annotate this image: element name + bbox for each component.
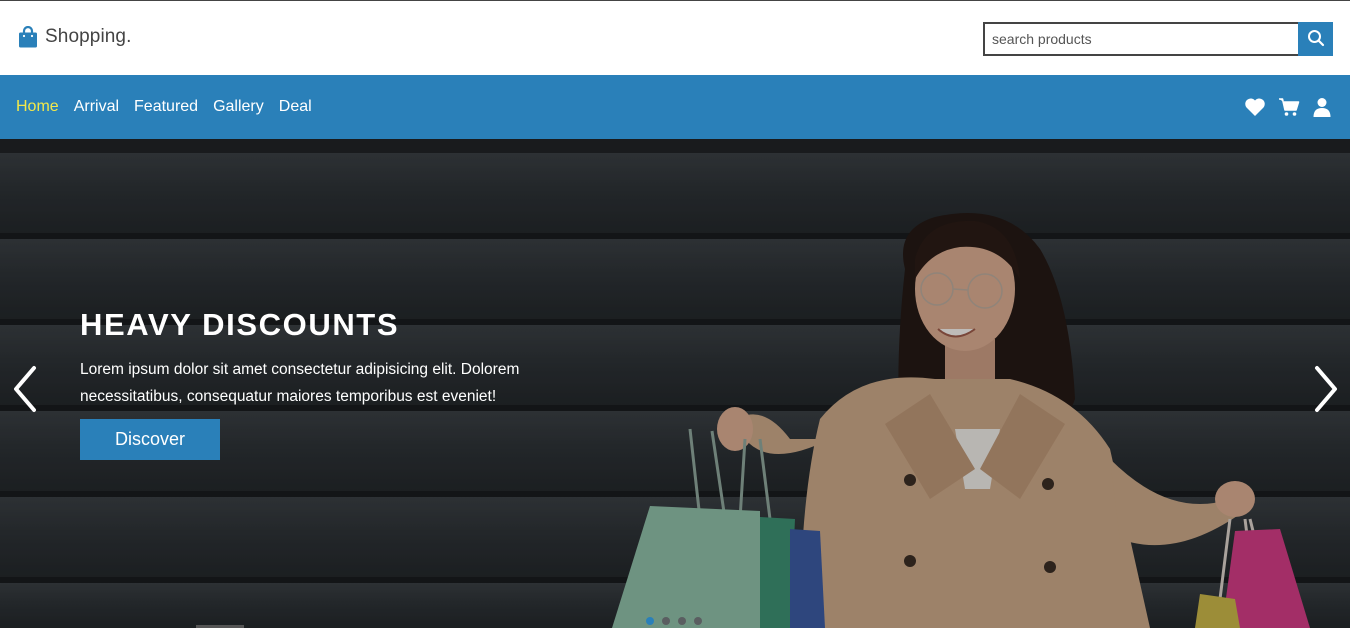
search-button[interactable] xyxy=(1298,22,1333,56)
nav-links: Home Arrival Featured Gallery Deal xyxy=(16,75,312,139)
discover-button[interactable]: Discover xyxy=(80,419,220,460)
top-header: Shopping. xyxy=(0,0,1350,75)
nav-link-home[interactable]: Home xyxy=(16,98,59,116)
main-navbar: Home Arrival Featured Gallery Deal xyxy=(0,75,1350,139)
nav-link-deal[interactable]: Deal xyxy=(279,98,312,116)
hero-banner: HEAVY DISCOUNTS Lorem ipsum dolor sit am… xyxy=(0,139,1350,628)
nav-link-gallery[interactable]: Gallery xyxy=(213,98,264,116)
user-icon[interactable] xyxy=(1312,97,1332,117)
brand-logo[interactable]: Shopping. xyxy=(18,26,131,48)
nav-link-featured[interactable]: Featured xyxy=(134,98,198,116)
carousel-dots xyxy=(646,617,702,625)
brand-name: Shopping. xyxy=(45,26,132,47)
chevron-right-icon[interactable] xyxy=(1311,364,1341,419)
hero-title: HEAVY DISCOUNTS xyxy=(80,307,400,342)
chevron-left-icon[interactable] xyxy=(10,364,40,419)
carousel-dot-3[interactable] xyxy=(678,617,686,625)
cart-icon[interactable] xyxy=(1278,97,1300,117)
nav-icons xyxy=(1244,75,1332,139)
carousel-dot-4[interactable] xyxy=(694,617,702,625)
hero-description: Lorem ipsum dolor sit amet consectetur a… xyxy=(80,361,520,405)
search-box xyxy=(983,22,1333,56)
shopping-bag-icon xyxy=(18,26,38,48)
carousel-dot-2[interactable] xyxy=(662,617,670,625)
nav-link-arrival[interactable]: Arrival xyxy=(74,98,119,116)
hero-content: HEAVY DISCOUNTS Lorem ipsum dolor sit am… xyxy=(80,309,600,460)
heart-icon[interactable] xyxy=(1244,97,1266,117)
search-icon xyxy=(1307,29,1325,50)
carousel-dot-1[interactable] xyxy=(646,617,654,625)
search-input[interactable] xyxy=(983,22,1298,56)
